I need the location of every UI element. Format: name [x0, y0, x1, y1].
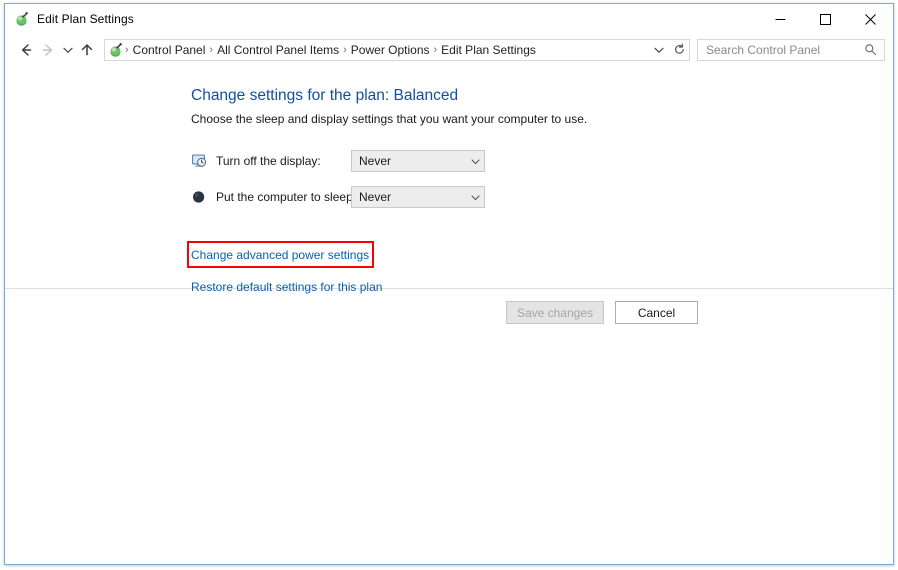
sleep-moon-icon [191, 189, 207, 205]
settings-inner: Change settings for the plan: Balanced C… [187, 87, 873, 296]
setting-label-turn-off-display: Turn off the display: [216, 154, 321, 168]
recent-locations-button[interactable] [59, 39, 76, 61]
save-changes-button[interactable]: Save changes [505, 301, 604, 324]
up-button[interactable] [76, 39, 98, 61]
title-bar: Edit Plan Settings [5, 4, 893, 34]
maximize-icon [820, 13, 831, 25]
dropdown-turn-off-display[interactable]: Never [351, 150, 485, 172]
window-controls [758, 4, 893, 34]
minimize-icon [775, 18, 786, 20]
power-plan-icon [14, 11, 30, 27]
close-icon [865, 13, 876, 25]
navigation-bar: › Control Panel › All Control Panel Item… [5, 34, 893, 65]
minimize-button[interactable] [758, 4, 803, 34]
refresh-button[interactable] [669, 40, 689, 60]
window-title: Edit Plan Settings [37, 12, 134, 26]
maximize-button[interactable] [803, 4, 848, 34]
refresh-icon [674, 43, 684, 54]
chevron-down-icon [654, 47, 664, 53]
setting-label-sleep: Put the computer to sleep: [216, 190, 357, 204]
page-title: Change settings for the plan: Balanced [191, 87, 459, 104]
up-arrow-icon [81, 43, 93, 55]
page-subtitle: Choose the sleep and display settings th… [191, 112, 588, 126]
power-plan-icon [108, 42, 124, 58]
content-area: Change settings for the plan: Balanced C… [5, 65, 893, 564]
breadcrumb-item-edit-plan-settings[interactable]: Edit Plan Settings [437, 43, 540, 57]
link-restore-default-settings[interactable]: Restore default settings for this plan [191, 280, 382, 294]
back-arrow-icon [21, 43, 32, 56]
forward-arrow-icon [42, 43, 53, 56]
button-bar: Save changes Cancel [505, 301, 698, 324]
setting-row-label-group: Put the computer to sleep: [191, 186, 873, 208]
setting-row-sleep: Put the computer to sleep: Never [191, 186, 873, 208]
forward-button[interactable] [37, 39, 59, 61]
advanced-settings-link-group: Change advanced power settings [187, 241, 375, 268]
address-bar[interactable]: › Control Panel › All Control Panel Item… [104, 38, 690, 61]
chevron-down-icon [466, 156, 484, 167]
settings-panel: Change settings for the plan: Balanced C… [5, 65, 893, 294]
edit-plan-settings-window: Edit Plan Settings › Control Panel › All… [4, 3, 894, 565]
back-button[interactable] [15, 39, 37, 61]
search-input[interactable] [706, 42, 860, 57]
dropdown-value: Never [359, 190, 392, 204]
breadcrumb-item-power-options[interactable]: Power Options [347, 43, 434, 57]
search-icon [860, 40, 880, 60]
chevron-down-icon [62, 47, 73, 53]
close-button[interactable] [848, 4, 893, 34]
search-box[interactable] [697, 38, 885, 61]
dropdown-sleep[interactable]: Never [351, 186, 485, 208]
breadcrumb-item-all-control-panel-items[interactable]: All Control Panel Items [213, 43, 343, 57]
setting-row-label-group: Turn off the display: [191, 150, 873, 172]
display-off-icon [191, 153, 207, 169]
chevron-down-icon [466, 192, 484, 203]
address-dropdown-button[interactable] [649, 40, 669, 60]
dropdown-value: Never [359, 154, 392, 168]
restore-defaults-link-group: Restore default settings for this plan [191, 278, 873, 296]
breadcrumb-item-control-panel[interactable]: Control Panel [129, 43, 210, 57]
setting-row-turn-off-display: Turn off the display: Never [191, 150, 873, 172]
cancel-button[interactable]: Cancel [615, 301, 698, 324]
link-change-advanced-power-settings[interactable]: Change advanced power settings [191, 248, 369, 262]
